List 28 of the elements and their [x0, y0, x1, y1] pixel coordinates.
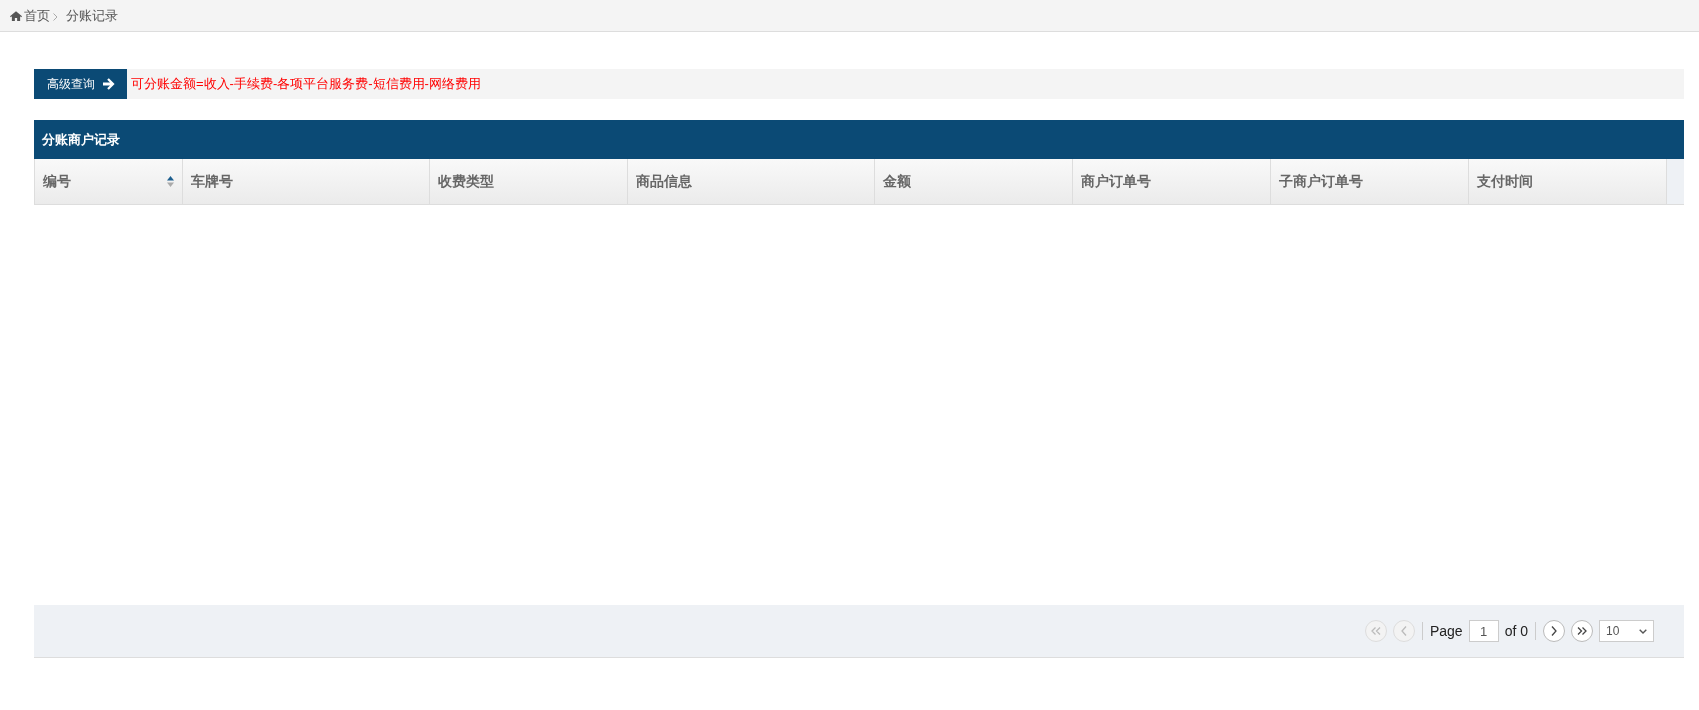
breadcrumb-link[interactable]: 首页 [24, 6, 50, 25]
home-icon [10, 10, 22, 21]
double-chevron-left-icon [1370, 627, 1381, 635]
formula-text: 可分账金额=收入-手续费-各项平台服务费-短信费用-网络费用 [131, 75, 481, 93]
column-header[interactable]: 车牌号 [183, 159, 430, 204]
chevron-left-icon [1400, 626, 1407, 636]
chevron-right-icon [1551, 626, 1557, 636]
advanced-search-button[interactable]: 高级查询 [34, 69, 127, 99]
arrow-right-icon [102, 78, 115, 90]
column-header[interactable]: 支付时间 [1469, 159, 1667, 204]
double-chevron-right-icon [1577, 627, 1587, 635]
last-page-button[interactable] [1571, 620, 1593, 642]
page-count-text: of 0 [1504, 623, 1528, 639]
column-header[interactable]: 编号 [35, 159, 183, 204]
table-title: 分账商户记录 [42, 130, 120, 149]
column-header[interactable]: 收费类型 [430, 159, 628, 204]
page-number-input[interactable]: 1 [1468, 620, 1499, 642]
column-header[interactable]: 商户订单号 [1073, 159, 1271, 204]
column-header[interactable]: 金额 [875, 159, 1073, 204]
header-gutter [1667, 159, 1684, 204]
page-size-select[interactable]: 10 [1599, 620, 1654, 642]
page-label: Page [1429, 623, 1463, 639]
column-header[interactable]: 商品信息 [628, 159, 875, 204]
column-header[interactable]: 子商户订单号 [1271, 159, 1469, 204]
next-page-button[interactable] [1543, 620, 1565, 642]
breadcrumb-current: 分账记录 [66, 6, 118, 25]
caret-down-icon [1639, 628, 1647, 634]
chevron-right-icon [53, 12, 58, 21]
